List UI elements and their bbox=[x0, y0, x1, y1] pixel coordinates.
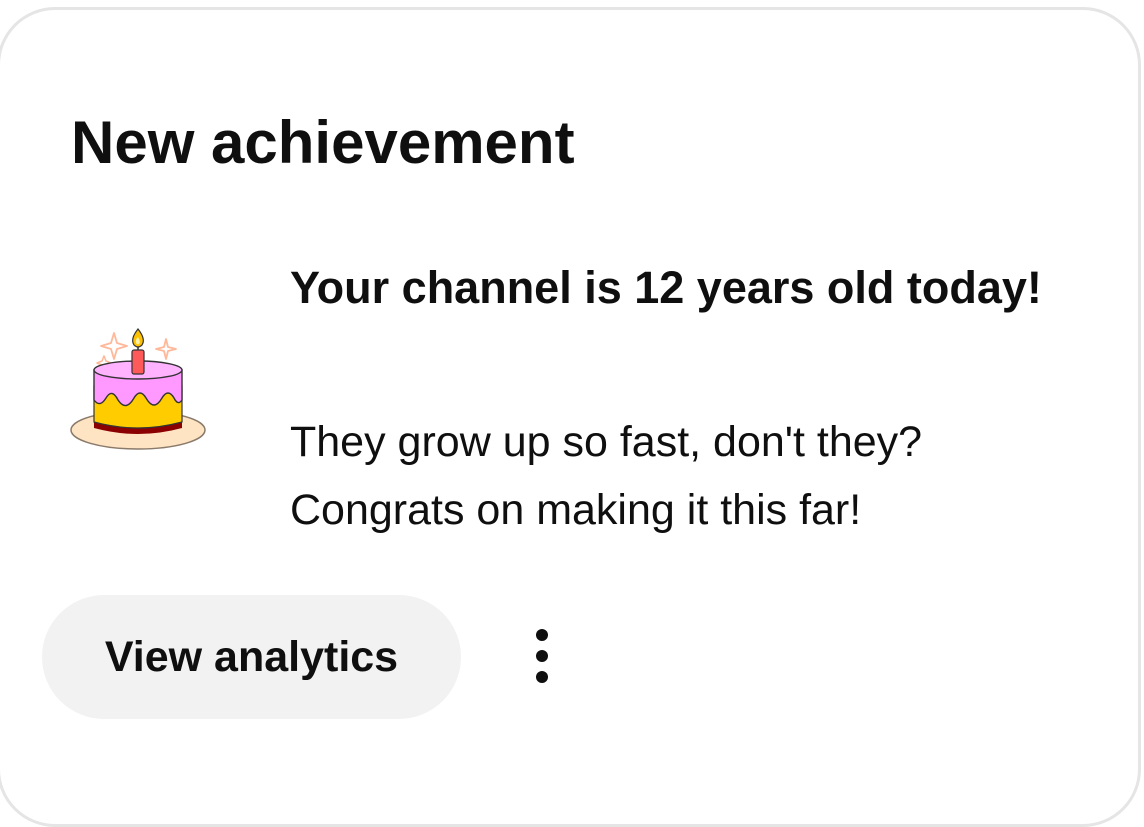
achievement-card: New achievement Your channel is 12 years… bbox=[0, 7, 1141, 827]
message-line-2: Congrats on making it this far! bbox=[290, 486, 862, 534]
card-title: New achievement bbox=[71, 109, 575, 176]
more-vert-icon bbox=[536, 629, 548, 683]
view-analytics-button[interactable]: View analytics bbox=[42, 595, 461, 719]
birthday-cake-icon bbox=[66, 326, 212, 456]
message-line-1: They grow up so fast, don't they? bbox=[290, 418, 923, 466]
more-options-button[interactable] bbox=[506, 614, 578, 702]
achievement-message: They grow up so fast, don't they? Congra… bbox=[290, 408, 1050, 544]
achievement-headline: Your channel is 12 years old today! bbox=[290, 262, 1042, 313]
